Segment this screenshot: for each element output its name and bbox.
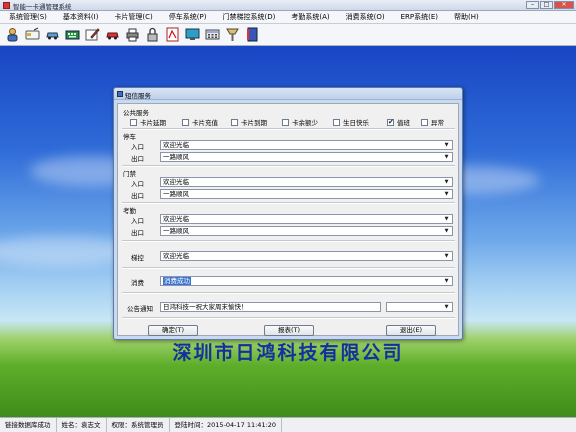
fan-icon[interactable]: [224, 26, 241, 43]
access-section-label: 门禁: [123, 170, 136, 178]
book-icon[interactable]: [244, 26, 261, 43]
separator: [122, 317, 455, 319]
chk-birthday[interactable]: 生日快乐: [333, 117, 369, 127]
checkbox-box[interactable]: [130, 118, 137, 126]
separator: [122, 202, 455, 204]
attendance-exit-label: 出口: [131, 229, 144, 237]
dropdown-arrow-icon[interactable]: ▼: [442, 141, 451, 149]
window-title: 智能一卡通管理系统: [13, 3, 72, 11]
attendance-exit-combo[interactable]: 一路顺风 ▼: [160, 226, 453, 236]
attendance-section-label: 考勤: [123, 207, 136, 215]
menu-card-management[interactable]: 卡片管理(C): [105, 11, 159, 23]
checkbox-box[interactable]: [333, 118, 340, 126]
app-icon: [3, 2, 10, 9]
dialog-icon: [117, 91, 123, 97]
status-name: 姓名：袁志文: [57, 418, 107, 432]
menu-attendance[interactable]: 考勤系统(A): [282, 11, 336, 23]
toolbar: [0, 24, 576, 46]
separator: [122, 165, 455, 167]
attendance-entry-combo[interactable]: 欢迎光临 ▼: [160, 214, 453, 224]
calculator-icon[interactable]: [204, 26, 221, 43]
chk-card-expire[interactable]: 卡片到期: [231, 117, 267, 127]
dropdown-arrow-icon[interactable]: ▼: [442, 277, 451, 285]
menu-consume[interactable]: 消费系统(O): [337, 11, 392, 23]
maximize-button[interactable]: □: [540, 1, 553, 9]
confirm-button[interactable]: 确定(T): [148, 325, 198, 336]
menu-bar: 系统管理(S) 基本资料(I) 卡片管理(C) 停车系统(P) 门禁梯控系统(D…: [0, 11, 576, 24]
chk-low-balance[interactable]: 卡余额少: [282, 117, 318, 127]
car-red-icon[interactable]: [104, 26, 121, 43]
company-name: 深圳市日鸿科技有限公司: [172, 342, 404, 364]
menu-help[interactable]: 帮助(H): [445, 11, 486, 23]
checkbox-box[interactable]: [231, 118, 238, 126]
public-service-label: 公共服务: [123, 109, 149, 117]
lock-icon[interactable]: [144, 26, 161, 43]
checkbox-box[interactable]: [182, 118, 189, 126]
card-icon[interactable]: [24, 26, 41, 43]
status-role: 权限：系统管理员: [107, 418, 170, 432]
checkbox-box[interactable]: [421, 118, 428, 126]
edit-icon[interactable]: [84, 26, 101, 43]
chk-card-recharge[interactable]: 卡片充值: [182, 117, 218, 127]
access-exit-label: 出口: [131, 192, 144, 200]
parking-entry-label: 入口: [131, 143, 144, 151]
chk-card-extend[interactable]: 卡片延期: [130, 117, 166, 127]
user-icon[interactable]: [4, 26, 21, 43]
separator: [122, 128, 455, 130]
car-icon[interactable]: [44, 26, 61, 43]
dialog-titlebar: 短信服务: [114, 88, 462, 100]
elevator-combo[interactable]: 欢迎光临 ▼: [160, 251, 453, 261]
dialog-title: 短信服务: [125, 92, 151, 100]
parking-section-label: 停车: [123, 133, 136, 141]
parking-exit-label: 出口: [131, 155, 144, 163]
notice-combo[interactable]: ▼: [386, 302, 453, 312]
dropdown-arrow-icon[interactable]: ▼: [442, 153, 451, 161]
checkbox-box-checked[interactable]: [387, 118, 394, 126]
dropdown-arrow-icon[interactable]: ▼: [442, 227, 451, 235]
menu-access-elevator[interactable]: 门禁梯控系统(D): [213, 11, 282, 23]
elevator-label: 梯控: [131, 254, 144, 262]
dropdown-arrow-icon[interactable]: ▼: [442, 190, 451, 198]
dialog-body: 公共服务 卡片延期 卡片充值 卡片到期 卡余额少 生日快乐 值班 异常 停车 入…: [117, 103, 459, 336]
exit-button[interactable]: 退出(E): [386, 325, 436, 336]
menu-parking[interactable]: 停车系统(P): [160, 11, 214, 23]
consume-combo[interactable]: 消费成功 ▼: [160, 276, 453, 286]
notice-input[interactable]: 日鸿科技一祝大家周末愉快！: [160, 302, 381, 312]
separator: [122, 267, 455, 269]
window-titlebar: 智能一卡通管理系统 – □ ✕: [0, 0, 576, 11]
window-controls: – □ ✕: [526, 1, 574, 9]
chk-abnormal[interactable]: 异常: [421, 117, 444, 127]
keyboard-icon[interactable]: [64, 26, 81, 43]
menu-basic-info[interactable]: 基本资料(I): [54, 11, 106, 23]
separator: [122, 240, 455, 242]
access-entry-combo[interactable]: 欢迎光临 ▼: [160, 177, 453, 187]
dropdown-arrow-icon[interactable]: ▼: [442, 215, 451, 223]
menu-erp[interactable]: ERP系统(E): [392, 11, 445, 23]
parking-entry-combo[interactable]: 欢迎光临 ▼: [160, 140, 453, 150]
parking-exit-combo[interactable]: 一路顺风 ▼: [160, 152, 453, 162]
close-button[interactable]: ✕: [554, 1, 574, 9]
access-entry-label: 入口: [131, 180, 144, 188]
consume-label: 消费: [131, 279, 144, 287]
access-exit-combo[interactable]: 一路顺风 ▼: [160, 189, 453, 199]
report-button[interactable]: 报表(T): [264, 325, 314, 336]
status-login: 登陆时间：2015-04-17 11:41:20: [170, 418, 283, 432]
separator: [122, 292, 455, 294]
status-db: 链接数据库成功: [0, 418, 57, 432]
minimize-button[interactable]: –: [526, 1, 539, 9]
notice-label: 公告通知: [127, 305, 153, 313]
dropdown-arrow-icon[interactable]: ▼: [442, 252, 451, 260]
menu-system[interactable]: 系统管理(S): [0, 11, 54, 23]
sms-service-dialog: 短信服务 公共服务 卡片延期 卡片充值 卡片到期 卡余额少 生日快乐 值班 异常…: [113, 87, 463, 340]
attendance-entry-label: 入口: [131, 217, 144, 225]
monitor-icon[interactable]: [184, 26, 201, 43]
print-icon[interactable]: [124, 26, 141, 43]
pdf-icon[interactable]: [164, 26, 181, 43]
checkbox-box[interactable]: [282, 118, 289, 126]
dropdown-arrow-icon[interactable]: ▼: [442, 303, 451, 311]
status-bar: 链接数据库成功 姓名：袁志文 权限：系统管理员 登陆时间：2015-04-17 …: [0, 417, 576, 432]
dropdown-arrow-icon[interactable]: ▼: [442, 178, 451, 186]
chk-on-duty[interactable]: 值班: [387, 117, 410, 127]
